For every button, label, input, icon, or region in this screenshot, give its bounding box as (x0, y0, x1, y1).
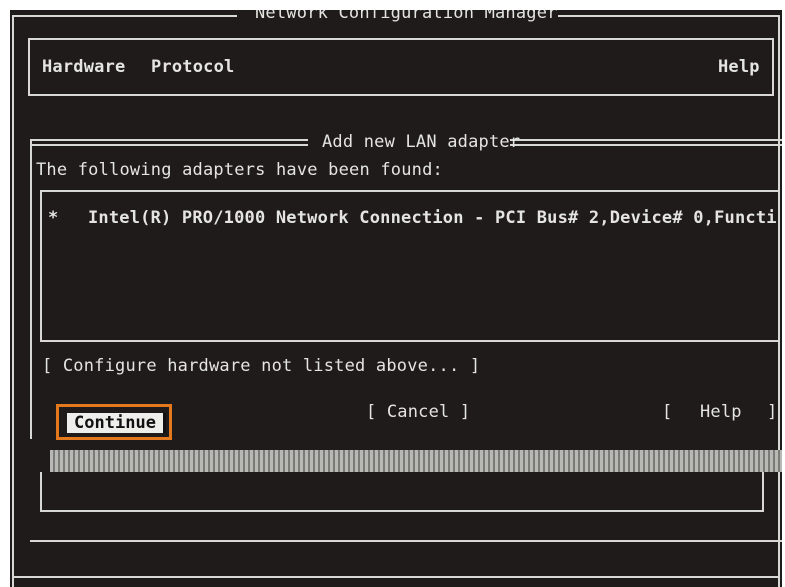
terminal-screen: Network Configuration Manager Hardware P… (10, 10, 782, 587)
dialog-frame-top-right-2 (510, 144, 782, 146)
menu-hardware[interactable]: Hardware (42, 57, 125, 77)
adapter-list-bottom (40, 340, 780, 342)
dialog-frame-top-left-2 (30, 144, 308, 146)
window-frame-left (12, 15, 14, 587)
adapter-selected-marker: * (48, 208, 59, 228)
cancel-button[interactable]: [ Cancel ] (366, 402, 470, 422)
menubar-bottom (28, 94, 774, 96)
menubar-right (772, 38, 774, 96)
window-frame-top-right (558, 15, 780, 17)
adapter-list[interactable]: * Intel(R) PRO/1000 Network Connection -… (42, 192, 778, 340)
menubar-top (28, 38, 774, 40)
configure-hardware-link[interactable]: [ Configure hardware not listed above...… (42, 356, 480, 376)
dialog-message: The following adapters have been found: (36, 160, 443, 180)
lower-box-left (40, 472, 42, 512)
dialog-shadow-bar (50, 450, 782, 472)
dialog-title: Add new LAN adapter (322, 132, 521, 152)
lower-divider (30, 540, 782, 542)
dialog-frame-left (30, 139, 32, 439)
help-button-open-bracket: [ (662, 402, 673, 422)
menubar-left (28, 38, 30, 96)
continue-button-highlight: Continue (56, 404, 172, 440)
continue-button[interactable]: Continue (67, 413, 166, 433)
menu-help[interactable]: Help (718, 57, 760, 77)
help-button-close-bracket: ] (767, 402, 778, 422)
lower-box-bottom (40, 510, 764, 512)
window-title: Network Configuration Manager (255, 10, 558, 23)
status-line (14, 576, 778, 578)
adapter-name: Intel(R) PRO/1000 Network Connection - P… (88, 208, 777, 228)
adapter-list-right (778, 190, 780, 342)
adapter-list-item[interactable]: * Intel(R) PRO/1000 Network Connection -… (42, 208, 778, 232)
menu-protocol[interactable]: Protocol (151, 57, 234, 77)
lower-box-right (762, 472, 764, 512)
dialog-frame-top-left (30, 139, 308, 141)
help-button[interactable]: Help (700, 402, 742, 422)
window-frame-top-left (12, 15, 237, 17)
dialog-frame-top-right (510, 139, 782, 141)
